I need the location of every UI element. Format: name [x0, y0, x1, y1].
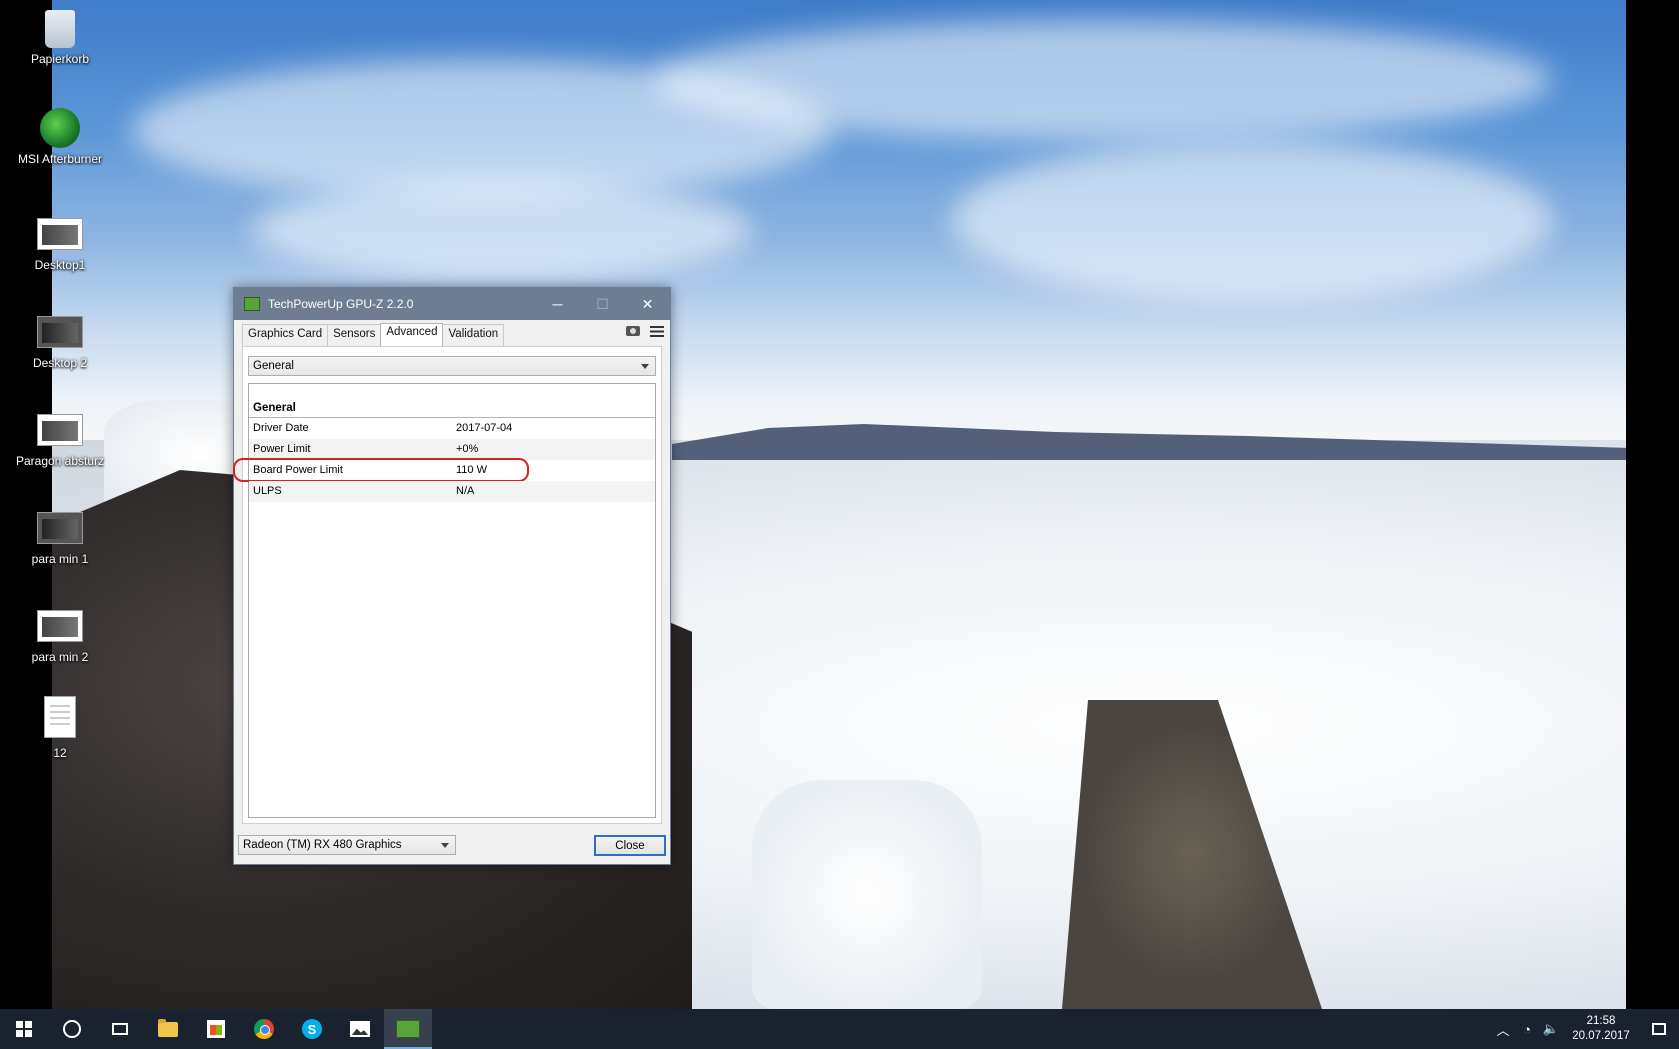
- desktop-icon-label: 12: [53, 746, 67, 760]
- desktop-icon-para-min-1[interactable]: para min 1: [10, 512, 110, 566]
- tab-advanced[interactable]: Advanced: [380, 323, 444, 347]
- menu-icon[interactable]: [650, 326, 664, 337]
- desktop-icon-msi-afterburner[interactable]: MSI Afterburner: [10, 108, 110, 166]
- screenshot-file-icon: [37, 218, 83, 250]
- desktop-icon-papierkorb[interactable]: Papierkorb: [10, 10, 110, 66]
- property-row: ULPS N/A: [249, 481, 655, 502]
- system-tray: ︿ ◔ 🔈 21:58 20.07.2017: [1491, 1009, 1679, 1049]
- taskbar-gpuz[interactable]: [384, 1009, 432, 1049]
- tab-sensors[interactable]: Sensors: [327, 324, 382, 346]
- action-center-button[interactable]: [1639, 1009, 1679, 1049]
- screenshot-file-icon: [37, 316, 83, 348]
- chevron-up-icon[interactable]: ︿: [1491, 1020, 1515, 1039]
- category-select[interactable]: General: [248, 356, 656, 376]
- text-document-icon: [44, 696, 76, 738]
- desktop-icon-label: Desktop 2: [32, 356, 88, 370]
- msi-afterburner-icon: [40, 108, 80, 148]
- property-value: N/A: [456, 485, 475, 497]
- desktop-border-right: [1626, 0, 1679, 1009]
- desktop-icon-label: para min 2: [31, 650, 89, 664]
- property-key: ULPS: [253, 485, 282, 497]
- gpuz-icon: [396, 1020, 420, 1038]
- section-header: General: [249, 399, 655, 418]
- clock-time: 21:58: [1586, 1015, 1616, 1027]
- volume-icon[interactable]: 🔈: [1539, 1021, 1563, 1037]
- cortana-button[interactable]: [48, 1009, 96, 1049]
- screenshot-file-icon: [37, 512, 83, 544]
- chevron-down-icon: [441, 842, 449, 848]
- taskbar: S ︿ ◔ 🔈 21:58 20.07.2017: [0, 1009, 1679, 1049]
- maximize-button[interactable]: ☐: [580, 288, 625, 320]
- clock[interactable]: 21:58 20.07.2017: [1569, 1014, 1633, 1044]
- desktop-icon-label: MSI Afterburner: [17, 152, 103, 166]
- tab-bar: Graphics Card Sensors Advanced Validatio…: [242, 323, 662, 347]
- task-view-button[interactable]: [96, 1009, 144, 1049]
- file-explorer-icon: [158, 1018, 178, 1037]
- notification-icon: [1652, 1023, 1666, 1035]
- skype-icon: S: [302, 1019, 322, 1039]
- desktop-icon-desktop2[interactable]: Desktop 2: [10, 316, 110, 370]
- window-titlebar[interactable]: TechPowerUp GPU-Z 2.2.0 ─ ☐ ✕: [234, 288, 670, 320]
- camera-icon[interactable]: [626, 326, 640, 336]
- desktop-icon-label: Paragon absturz: [15, 454, 105, 468]
- gpu-select-value: Radeon (TM) RX 480 Graphics: [243, 839, 402, 851]
- desktop-icon-label: para min 1: [31, 552, 89, 566]
- chrome-icon: [254, 1019, 274, 1039]
- gpu-select[interactable]: Radeon (TM) RX 480 Graphics: [238, 835, 456, 855]
- property-row: Driver Date 2017-07-04: [249, 418, 655, 439]
- category-select-value: General: [253, 360, 294, 372]
- store-icon: [207, 1020, 225, 1038]
- window-bottom-bar: Radeon (TM) RX 480 Graphics Close: [238, 830, 666, 860]
- gpuz-app-icon: [244, 297, 260, 311]
- screenshot-file-icon: [37, 610, 83, 642]
- task-view-icon: [112, 1023, 128, 1035]
- windows-logo-icon: [16, 1021, 32, 1037]
- chevron-down-icon: [641, 363, 649, 369]
- property-key: Driver Date: [253, 422, 309, 434]
- minimize-button[interactable]: ─: [535, 288, 580, 320]
- desktop-icon-paragon-absturz[interactable]: Paragon absturz: [10, 414, 110, 468]
- taskbar-skype[interactable]: S: [288, 1009, 336, 1049]
- taskbar-store[interactable]: [192, 1009, 240, 1049]
- toolbar-icons: [626, 326, 664, 337]
- advanced-panel: General General Driver Date 2017-07-04 P…: [233, 346, 662, 824]
- tab-validation[interactable]: Validation: [442, 324, 505, 346]
- gpuz-window: TechPowerUp GPU-Z 2.2.0 ─ ☐ ✕ Graphics C…: [233, 287, 671, 865]
- screenshot-file-icon: [37, 414, 83, 446]
- recycle-bin-icon: [45, 10, 75, 48]
- property-key: Power Limit: [253, 443, 311, 455]
- taskbar-photos[interactable]: [336, 1009, 384, 1049]
- desktop-icon-12[interactable]: 12: [10, 696, 110, 760]
- close-window-button[interactable]: ✕: [625, 288, 670, 320]
- property-row-highlighted: Board Power Limit 110 W: [233, 458, 655, 482]
- taskbar-file-explorer[interactable]: [144, 1009, 192, 1049]
- property-row: Power Limit +0%: [249, 439, 655, 460]
- desktop-icon-label: Papierkorb: [30, 52, 90, 66]
- desktop-icon-desktop1[interactable]: Desktop1: [10, 218, 110, 272]
- close-button[interactable]: Close: [594, 835, 666, 856]
- red-circle-annotation: [233, 458, 529, 482]
- start-button[interactable]: [0, 1009, 48, 1049]
- window-title: TechPowerUp GPU-Z 2.2.0: [268, 297, 414, 311]
- property-list: General Driver Date 2017-07-04 Power Lim…: [233, 383, 656, 818]
- desktop-icon-label: Desktop1: [34, 258, 86, 272]
- cortana-icon: [63, 1020, 81, 1038]
- tab-graphics-card[interactable]: Graphics Card: [242, 324, 329, 346]
- wifi-icon[interactable]: ◔: [1515, 1022, 1539, 1037]
- clock-date: 20.07.2017: [1572, 1030, 1630, 1042]
- photos-icon: [350, 1021, 370, 1037]
- taskbar-chrome[interactable]: [240, 1009, 288, 1049]
- property-value: 2017-07-04: [456, 422, 513, 434]
- desktop-icon-para-min-2[interactable]: para min 2: [10, 610, 110, 664]
- property-value: +0%: [456, 443, 479, 455]
